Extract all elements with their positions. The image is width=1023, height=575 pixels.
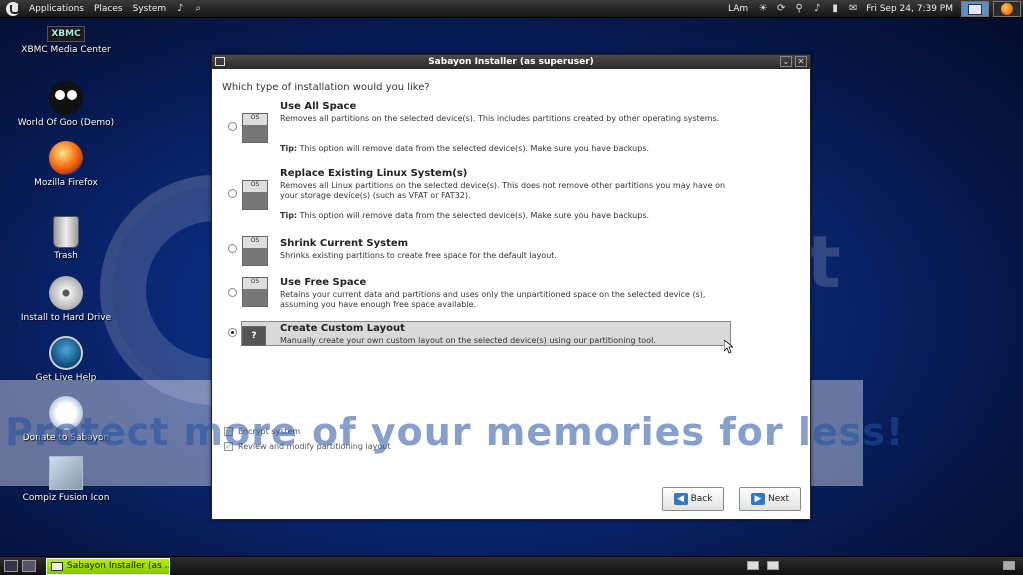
help-icon <box>49 336 83 370</box>
menu-system[interactable]: System <box>128 0 172 18</box>
show-desktop-icon[interactable] <box>4 560 18 572</box>
next-arrow-icon: ▶ <box>751 493 766 505</box>
menu-places[interactable]: Places <box>89 0 128 18</box>
menu-applications[interactable]: Applications <box>24 0 89 18</box>
option-title: Shrink Current System <box>280 238 409 249</box>
option-title: Create Custom Layout <box>280 323 405 334</box>
desktop-icon-label: World Of Goo (Demo) <box>17 118 115 128</box>
next-label: Next <box>768 494 789 504</box>
search-icon[interactable]: ⌕ <box>192 3 204 15</box>
show-desktop-button[interactable] <box>961 1 989 17</box>
terminal-icon[interactable] <box>22 560 36 572</box>
radio-replace-linux[interactable] <box>228 189 237 198</box>
option-tip: Tip: This option will remove data from t… <box>280 144 649 153</box>
option-description: Removes all partitions on the selected d… <box>280 114 720 123</box>
sabayon-logo-icon[interactable] <box>6 1 20 16</box>
desktop-icon-label: Install to Hard Drive <box>20 313 112 323</box>
trash-icon <box>53 216 79 248</box>
close-button[interactable]: ✕ <box>795 56 807 67</box>
back-label: Back <box>690 494 713 504</box>
window-icon <box>968 3 982 15</box>
option-description: Retains your current data and partitions… <box>280 290 706 309</box>
installer-window-icon <box>51 562 63 571</box>
taskbar-item-installer[interactable]: Sabayon Installer (as ... <box>46 558 170 575</box>
trash-applet-icon[interactable] <box>1003 561 1015 570</box>
option-title: Use All Space <box>280 101 357 112</box>
xbmc-icon: XBMC <box>47 26 85 42</box>
taskbar-item-label: Sabayon Installer (as ... <box>67 561 170 571</box>
firefox-icon <box>49 141 83 175</box>
keyboard-layout-indicator[interactable]: LAm <box>728 4 748 14</box>
radio-shrink-current[interactable] <box>228 244 237 253</box>
window-title: Sabayon Installer (as superuser) <box>428 57 594 67</box>
clock[interactable]: Fri Sep 24, 7:39 PM <box>866 4 953 14</box>
volume-icon[interactable]: ♪ <box>174 3 186 15</box>
bottom-panel: Sabayon Installer (as ... <box>0 556 1023 575</box>
compiz-icon <box>49 456 83 490</box>
watermark-slogan: Protect more of your memories for less! <box>5 410 905 454</box>
next-button[interactable]: ▶ Next <box>739 487 801 511</box>
back-arrow-icon: ◀ <box>673 493 688 505</box>
window-menu-icon[interactable] <box>215 57 225 66</box>
option-title: Replace Existing Linux System(s) <box>280 168 468 179</box>
disk-os-icon: OS <box>242 113 268 143</box>
disk-os-icon: OS <box>242 180 268 210</box>
radio-use-all-space[interactable] <box>228 122 237 131</box>
desktop-icon-compiz[interactable]: Compiz Fusion Icon <box>11 456 121 503</box>
disk-shrink-icon: OS <box>242 236 268 266</box>
radio-custom-layout[interactable] <box>228 328 237 337</box>
system-tray: LAm ☀ ⟳ ⚲ ♪ ▮ ✉ Fri Sep 24, 7:39 PM <box>728 0 1023 18</box>
top-panel: Applications Places System ♪ ⌕ LAm ☀ ⟳ ⚲… <box>0 0 1023 18</box>
tip-text: This option will remove data from the se… <box>297 211 650 220</box>
firefox-icon <box>1001 3 1013 15</box>
radio-use-free-space[interactable] <box>228 288 237 297</box>
weather-icon[interactable]: ☀ <box>757 3 769 15</box>
desktop-icon-label: Compiz Fusion Icon <box>22 493 110 503</box>
workspace-1[interactable] <box>747 561 759 570</box>
workspace-2[interactable] <box>767 561 779 570</box>
world-of-goo-icon <box>49 81 83 115</box>
disc-icon <box>49 276 83 310</box>
volume-tray-icon[interactable]: ♪ <box>811 3 823 15</box>
question-disk-icon: ? <box>242 326 266 346</box>
window-titlebar[interactable]: Sabayon Installer (as superuser) ⌄ ✕ <box>212 55 810 69</box>
mail-icon[interactable]: ✉ <box>847 3 859 15</box>
option-tip: Tip: This option will remove data from t… <box>280 211 649 220</box>
main-menu: Applications Places System <box>24 0 171 18</box>
tip-text: This option will remove data from the se… <box>297 144 650 153</box>
firefox-launcher[interactable] <box>993 1 1021 17</box>
option-description: Removes all Linux partitions on the sele… <box>280 181 726 200</box>
desktop-icon-xbmc[interactable]: XBMC XBMC Media Center <box>11 26 121 55</box>
disk-free-icon: OS <box>242 277 268 307</box>
install-question: Which type of installation would you lik… <box>222 82 430 93</box>
back-button[interactable]: ◀ Back <box>662 487 724 511</box>
desktop-icon-trash[interactable]: Trash <box>11 216 121 261</box>
option-description: Manually create your own custom layout o… <box>280 336 656 345</box>
desktop-icon-world-of-goo[interactable]: World Of Goo (Demo) <box>11 81 121 128</box>
option-description: Shrinks existing partitions to create fr… <box>280 251 557 260</box>
power-icon[interactable]: ▮ <box>829 3 841 15</box>
mouse-cursor-icon <box>724 340 733 354</box>
tip-label: Tip: <box>280 211 298 220</box>
minimize-button[interactable]: ⌄ <box>780 56 792 67</box>
tip-label: Tip: <box>280 144 298 153</box>
desktop-icon-firefox[interactable]: Mozilla Firefox <box>11 141 121 188</box>
desktop-icon-label: Mozilla Firefox <box>34 178 98 188</box>
desktop-icon-live-help[interactable]: Get Live Help <box>11 336 121 383</box>
update-icon[interactable]: ⟳ <box>775 3 787 15</box>
desktop-icon-label: Trash <box>54 251 78 261</box>
desktop-icon-install[interactable]: Install to Hard Drive <box>11 276 121 323</box>
option-title: Use Free Space <box>280 277 367 288</box>
desktop-icon-label: XBMC Media Center <box>21 45 111 55</box>
network-icon[interactable]: ⚲ <box>793 3 805 15</box>
